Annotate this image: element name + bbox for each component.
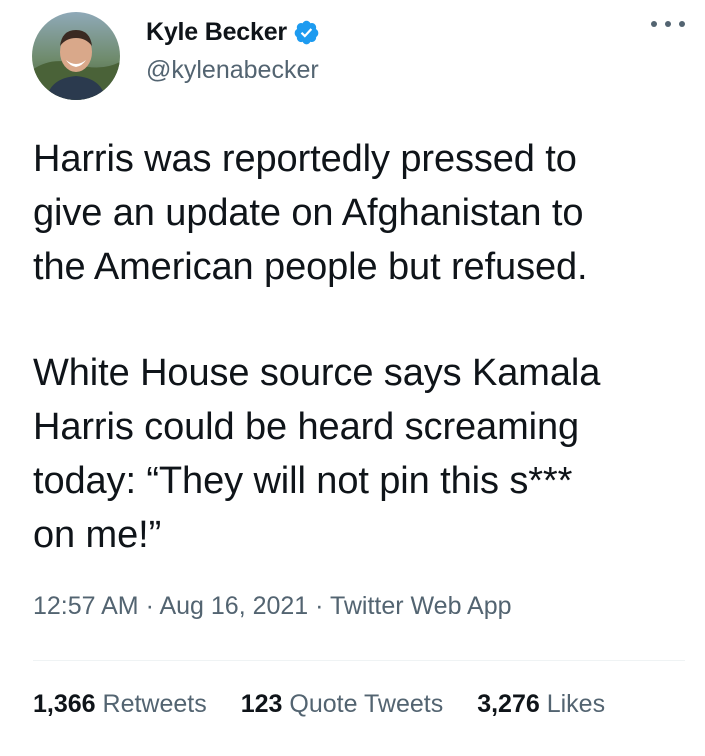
tweet-timestamp-source[interactable]: 12:57 AM · Aug 16, 2021 · Twitter Web Ap… [33,592,512,621]
tweet-text-line: Harris could be heard screaming [33,406,580,448]
tweet-text-line: on me!” [33,514,162,556]
author-display-name[interactable]: Kyle Becker [146,18,287,47]
tweet-card: Kyle Becker @kylenabecker Harris was rep… [0,0,705,756]
more-dot [679,21,685,27]
likes-label: Likes [546,690,606,718]
tweet-text-line: the American people but refused. [33,246,588,288]
tweet-text-line: give an update on Afghanistan to [33,192,584,234]
retweets-count: 1,366 [33,690,103,718]
tweet-stats: 1,366 Retweets 123 Quote Tweets 3,276 Li… [33,690,605,719]
author-name-row[interactable]: Kyle Becker [146,12,320,52]
likes-count: 3,276 [477,690,547,718]
more-horizontal-icon[interactable] [651,14,685,34]
more-dot [651,21,657,27]
retweets-label: Retweets [102,690,207,718]
avatar-photo [32,12,120,100]
tweet-text-line: Harris was reportedly pressed to [33,138,577,180]
tweet-text-line: today: “They will not pin this s*** [33,460,573,502]
avatar[interactable] [32,12,120,100]
author-handle[interactable]: @kylenabecker [146,56,319,85]
tweet-paragraph-1: Harris was reportedly pressed to give an… [33,132,588,294]
quote-tweets-count: 123 [240,690,290,718]
divider [33,660,685,661]
quote-tweets-label: Quote Tweets [289,690,444,718]
likes-stat[interactable]: 3,276 Likes [477,690,605,719]
retweets-stat[interactable]: 1,366 Retweets [33,690,207,719]
verified-badge-icon [293,19,320,46]
more-dot [665,21,671,27]
tweet-text-line: White House source says Kamala [33,352,601,394]
tweet-paragraph-2: White House source says Kamala Harris co… [33,346,600,562]
quote-tweets-stat[interactable]: 123 Quote Tweets [241,690,443,719]
